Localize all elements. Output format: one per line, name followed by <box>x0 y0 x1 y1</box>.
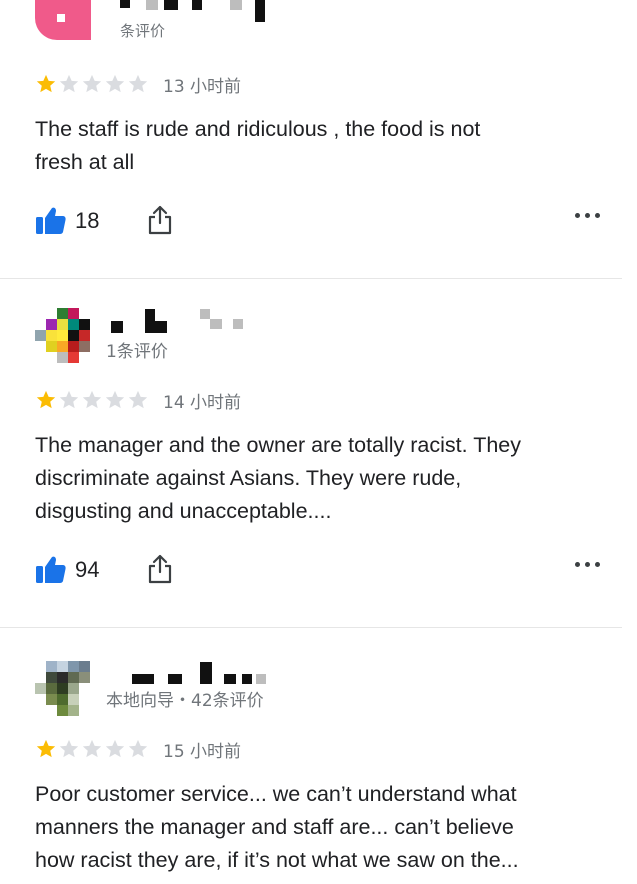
reviewer-avatar[interactable] <box>35 0 91 40</box>
like-button[interactable]: 18 <box>35 205 99 237</box>
star-rating <box>35 389 149 411</box>
review-text-line: The manager and the owner are totally ra… <box>35 433 521 457</box>
review-text-line: how racist they are, if it’s not what we… <box>35 848 519 872</box>
like-count: 94 <box>75 557 100 582</box>
review-actions: 94 <box>35 554 600 588</box>
review-text-line: discriminate against Asians. They were r… <box>35 466 462 490</box>
star-rating <box>35 73 149 95</box>
like-count: 18 <box>75 208 100 233</box>
reviewer-meta: 1条评价 <box>106 342 168 362</box>
thumbs-up-icon <box>36 207 66 234</box>
rating-row: 15 小时前 <box>35 737 242 762</box>
reviewer-meta: 条评价 <box>120 22 166 40</box>
star-empty-icon <box>59 739 79 758</box>
star-empty-icon <box>128 739 148 758</box>
star-filled-icon <box>36 739 56 758</box>
review-text: The staff is rude and ridiculous , the f… <box>35 113 595 179</box>
star-empty-icon <box>82 74 102 93</box>
share-icon[interactable] <box>147 554 173 584</box>
review-time: 13 小时前 <box>163 76 242 97</box>
more-icon[interactable] <box>575 213 600 218</box>
review-text-line: fresh at all <box>35 150 135 174</box>
share-icon[interactable] <box>147 205 173 235</box>
reviewer-meta: 本地向导・42条评价 <box>106 691 264 711</box>
star-filled-icon <box>36 74 56 93</box>
review-text-line: disgusting and unacceptable.... <box>35 499 332 523</box>
review-text-line: manners the manager and staff are... can… <box>35 815 514 839</box>
star-filled-icon <box>36 390 56 409</box>
review-card-3: 本地向导・42条评价 15 小时前 Poor customer service.… <box>0 628 637 884</box>
rating-row: 13 小时前 <box>35 72 242 97</box>
review-card-2: 1条评价 14 小时前 The manager and the owner ar… <box>0 279 637 627</box>
review-actions: 18 <box>35 205 600 239</box>
review-text: The manager and the owner are totally ra… <box>35 429 595 528</box>
star-empty-icon <box>105 390 125 409</box>
reviewer-name-redacted[interactable] <box>132 662 272 686</box>
star-empty-icon <box>128 74 148 93</box>
star-empty-icon <box>105 739 125 758</box>
review-text-line: Poor customer service... we can’t unders… <box>35 782 517 806</box>
like-button[interactable]: 94 <box>35 554 99 586</box>
review-card-1: 条评价 13 小时前 The staff is rude and ridicul… <box>0 0 637 278</box>
star-empty-icon <box>59 74 79 93</box>
star-empty-icon <box>59 390 79 409</box>
review-time: 15 小时前 <box>163 741 242 762</box>
rating-row: 14 小时前 <box>35 388 242 413</box>
star-rating <box>35 738 149 760</box>
reviewer-avatar[interactable] <box>35 661 91 717</box>
star-empty-icon <box>128 390 148 409</box>
reviewer-name-redacted[interactable] <box>108 309 248 333</box>
thumbs-up-icon <box>36 556 66 583</box>
star-empty-icon <box>82 390 102 409</box>
reviewer-avatar[interactable] <box>35 308 91 364</box>
review-text-line: The staff is rude and ridiculous , the f… <box>35 117 481 141</box>
star-empty-icon <box>82 739 102 758</box>
review-text: Poor customer service... we can’t unders… <box>35 778 595 877</box>
review-time: 14 小时前 <box>163 392 242 413</box>
more-icon[interactable] <box>575 562 600 567</box>
star-empty-icon <box>105 74 125 93</box>
